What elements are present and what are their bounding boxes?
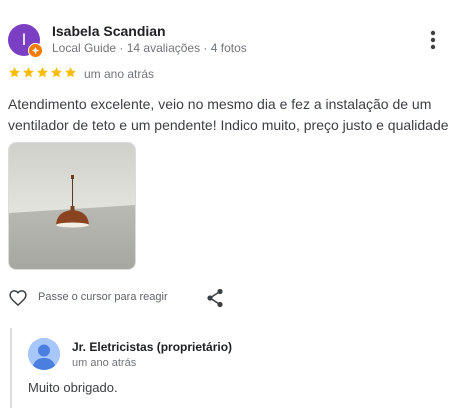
review-photo[interactable] [8, 142, 136, 270]
reviewer-name[interactable]: Isabela Scandian [52, 23, 166, 39]
heart-outline-icon [9, 290, 27, 307]
review-text: Atendimento excelente, veio no mesmo dia… [8, 96, 449, 133]
local-guide-badge-icon [28, 43, 43, 58]
react-hint: Passe o cursor para reagir [38, 291, 168, 303]
reply-text: Muito obrigado. [28, 380, 118, 395]
review-time: um ano atrás [84, 67, 155, 81]
person-icon [28, 338, 60, 370]
owner-name: Jr. Eletricistas (proprietário) [72, 340, 233, 354]
owner-avatar[interactable] [28, 338, 60, 370]
reply-time: um ano atrás [72, 357, 137, 369]
reviewer-initial: I [21, 30, 27, 49]
reviewer-meta: Local Guide · 14 avaliações · 4 fotos [52, 41, 247, 55]
pendant-lamp-photo [9, 143, 135, 269]
star-icon [23, 67, 34, 78]
share-button[interactable] [206, 288, 224, 308]
star-icon [51, 67, 62, 78]
owner-reply: Jr. Eletricistas (proprietário) um ano a… [10, 328, 462, 408]
like-button[interactable] [8, 288, 28, 308]
share-icon [207, 288, 223, 308]
star-icon [9, 67, 20, 78]
star-rating [8, 66, 77, 79]
star-icon [65, 67, 76, 78]
more-options-button[interactable] [424, 28, 442, 52]
more-vert-icon [430, 30, 436, 50]
star-icon [37, 67, 48, 78]
